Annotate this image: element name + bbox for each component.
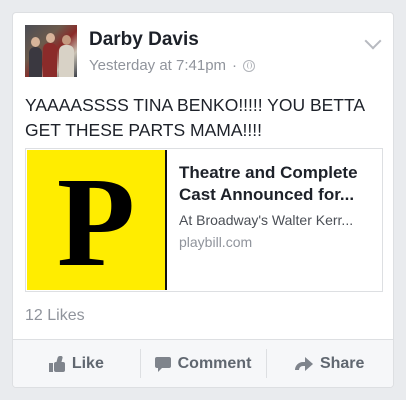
link-description: At Broadway's Walter Kerr... — [179, 212, 354, 228]
meta-separator: · — [232, 57, 238, 74]
post-text: YAAAASSSS TINA BENKO!!!!! YOU BETTA GET … — [25, 95, 365, 140]
link-title-line2: Cast Announced for... — [179, 185, 355, 204]
chevron-down-icon[interactable] — [364, 32, 382, 50]
author-name[interactable]: Darby Davis — [89, 29, 199, 51]
link-thumbnail[interactable]: P — [27, 150, 167, 290]
link-domain: playbill.com — [179, 234, 253, 250]
post-card: Darby Davis Yesterday at 7:41pm · YAAAAS… — [12, 12, 394, 388]
comment-icon — [154, 356, 171, 372]
post-meta: Yesterday at 7:41pm · — [89, 57, 256, 74]
author-avatar[interactable] — [25, 25, 77, 77]
link-title-line1: Theatre and Complete — [179, 163, 358, 182]
comment-label: Comment — [177, 354, 252, 372]
comment-button[interactable]: Comment — [139, 340, 267, 387]
like-label: Like — [71, 354, 104, 372]
like-button[interactable]: Like — [13, 340, 140, 387]
action-bar: Like Comment Share — [13, 339, 393, 387]
link-title[interactable]: Theatre and Complete Cast Announced for.… — [179, 162, 375, 206]
share-button[interactable]: Share — [266, 340, 393, 387]
likes-count[interactable]: 12 Likes — [25, 307, 85, 325]
globe-icon[interactable] — [243, 59, 256, 72]
thumbs-up-icon — [48, 355, 65, 372]
playbill-logo: P — [56, 151, 136, 293]
share-arrow-icon — [294, 356, 313, 371]
link-preview[interactable]: P Theatre and Complete Cast Announced fo… — [25, 148, 383, 292]
share-label: Share — [319, 354, 365, 372]
post-timestamp[interactable]: Yesterday at 7:41pm — [89, 57, 226, 74]
